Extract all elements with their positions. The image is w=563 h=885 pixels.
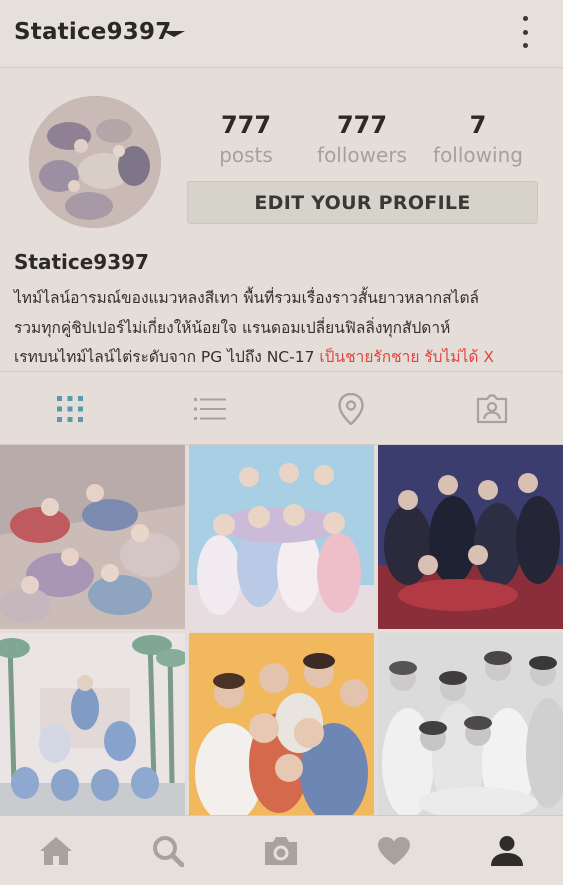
tab-tagged[interactable]: [422, 372, 562, 446]
followers-count-value: 777: [336, 111, 388, 139]
photo-thumbnail[interactable]: [378, 445, 563, 629]
nav-search[interactable]: [112, 816, 224, 885]
nav-home[interactable]: [0, 816, 112, 885]
tagged-person-icon: [476, 394, 508, 424]
photo-thumbnail[interactable]: [378, 633, 563, 817]
bottom-navigation: [0, 815, 563, 885]
account-switcher-username[interactable]: Statice9397: [14, 19, 171, 45]
posts-count-label: posts: [219, 143, 273, 167]
photo-thumbnail[interactable]: [0, 445, 185, 629]
bio-line-1: ไทม์ไลน์อารมณ์ของแมวหลงสีเทา พื้นที่รวมเ…: [14, 289, 480, 307]
followers-count-label: followers: [317, 143, 407, 167]
camera-icon: [265, 837, 297, 865]
location-pin-icon: [338, 393, 364, 425]
profile-icon: [491, 836, 523, 866]
following-count-value: 7: [469, 111, 487, 139]
posts-count-value: 777: [220, 111, 272, 139]
photo-grid: [0, 445, 563, 817]
home-icon: [40, 837, 72, 865]
more-options-icon[interactable]: [516, 14, 534, 50]
photo-thumbnail[interactable]: [0, 633, 185, 817]
bio-line-3-text: เรทบนไทม์ไลน์ไต่ระดับจาก PG ไปถึง NC-17: [14, 348, 320, 366]
grid-icon: [57, 396, 83, 422]
following-count-label: following: [433, 143, 523, 167]
chevron-down-icon[interactable]: [163, 31, 185, 37]
top-bar: Statice9397: [0, 0, 563, 68]
list-icon: [194, 398, 226, 420]
bio-warning-text: เป็นชายรักชาย รับไม่ได้ X: [319, 348, 494, 366]
following-count[interactable]: 7 following: [430, 111, 526, 167]
bio-line-2: รวมทุกคู่ชิปเปอร์ไม่เกี่ยงให้น้อยใจ แรนด…: [14, 319, 451, 337]
photo-thumbnail[interactable]: [189, 633, 374, 817]
tab-list[interactable]: [140, 372, 280, 446]
photo-thumbnail[interactable]: [189, 445, 374, 629]
followers-count[interactable]: 777 followers: [312, 111, 412, 167]
tab-grid[interactable]: [0, 372, 140, 446]
profile-name: Statice9397: [14, 250, 149, 274]
heart-icon: [378, 837, 410, 865]
bio-line-3: เรทบนไทม์ไลน์ไต่ระดับจาก PG ไปถึง NC-17 …: [14, 344, 494, 369]
edit-profile-button[interactable]: EDIT YOUR PROFILE: [187, 181, 538, 224]
nav-profile[interactable]: [451, 816, 563, 885]
tab-location[interactable]: [281, 372, 421, 446]
avatar[interactable]: [29, 96, 161, 228]
search-icon: [153, 836, 184, 867]
nav-activity[interactable]: [338, 816, 450, 885]
posts-count: 777 posts: [204, 111, 288, 167]
profile-tabs: [0, 371, 563, 445]
nav-camera[interactable]: [225, 816, 337, 885]
